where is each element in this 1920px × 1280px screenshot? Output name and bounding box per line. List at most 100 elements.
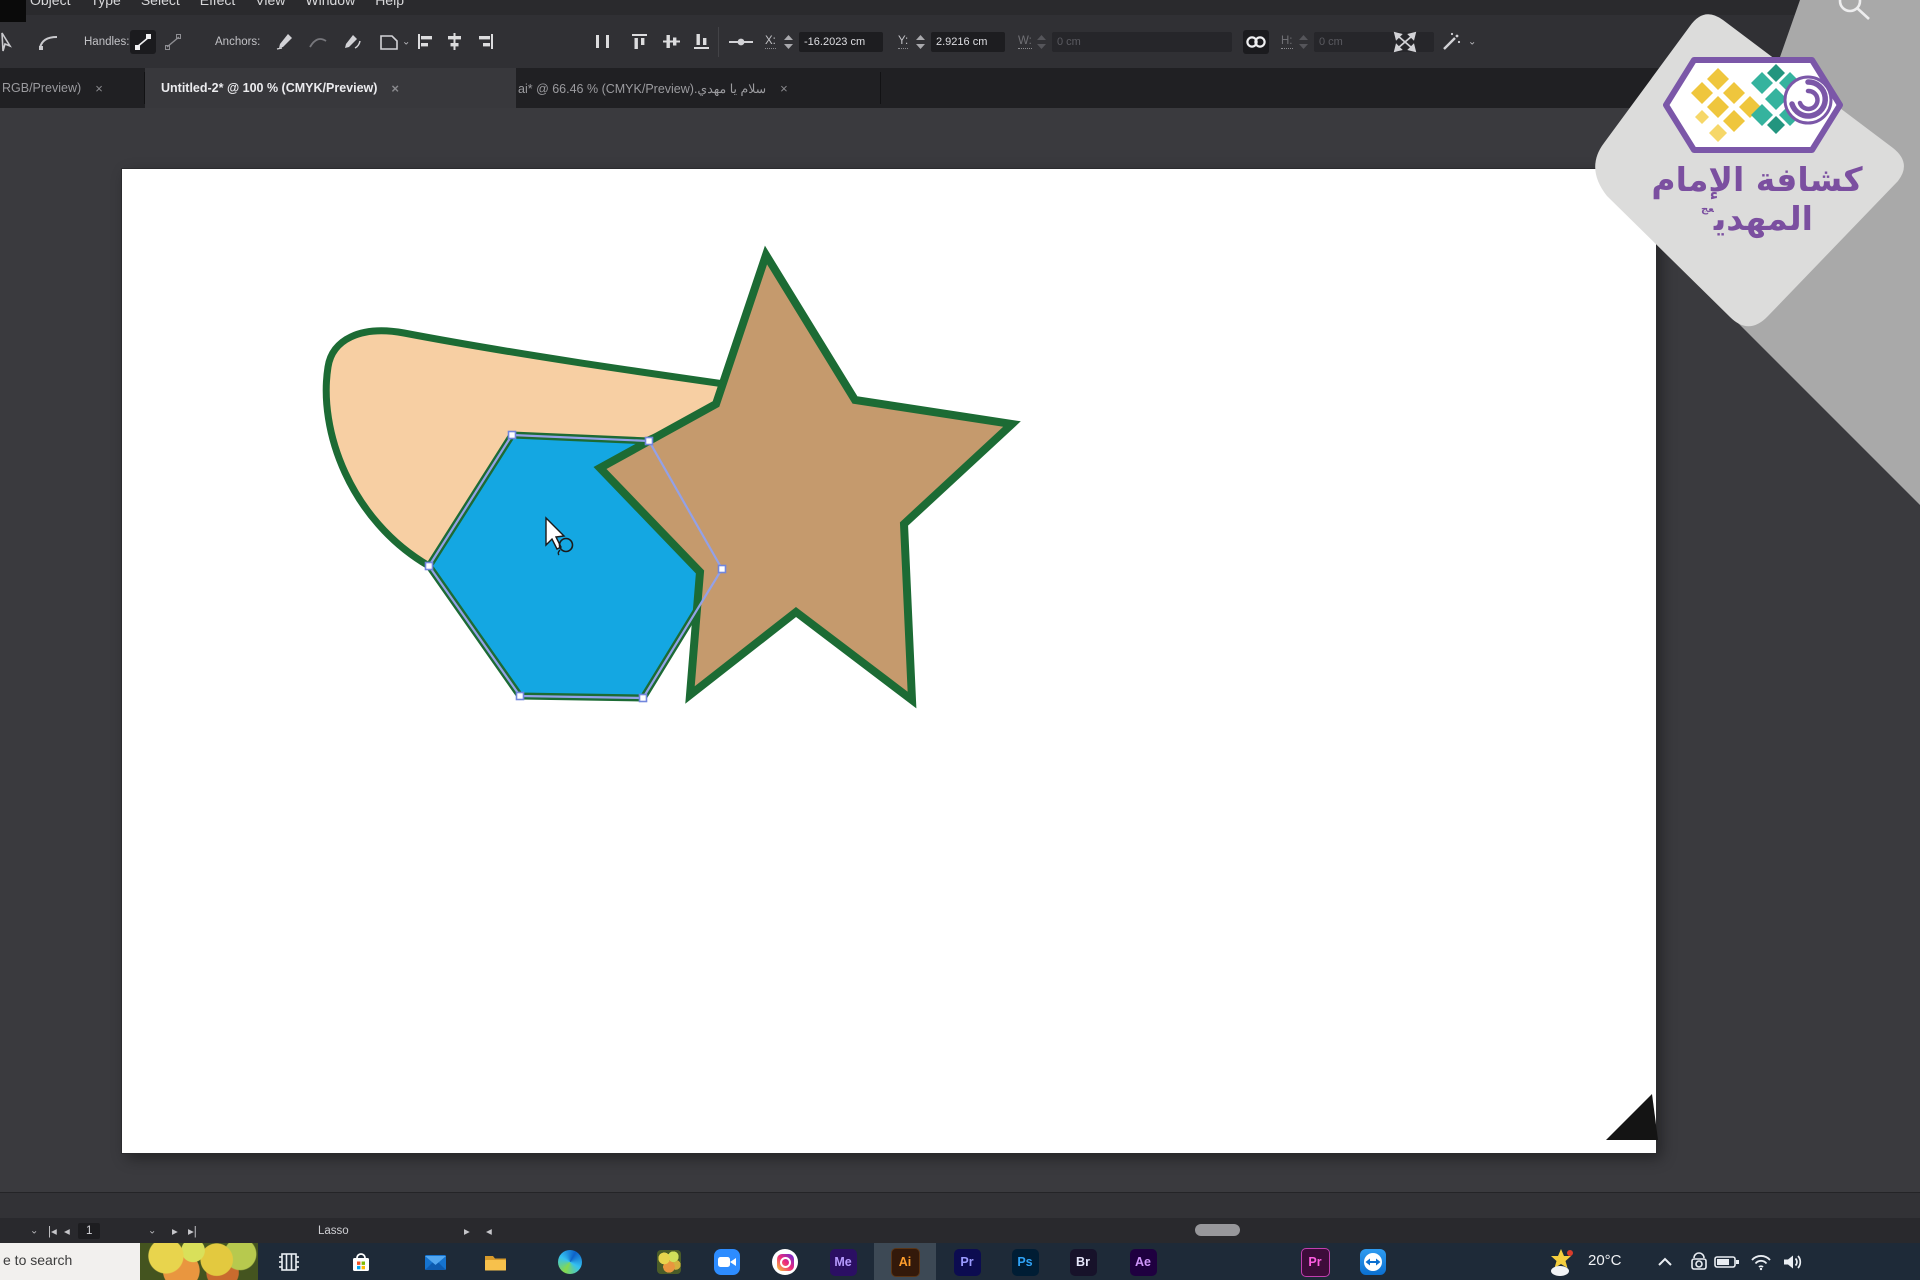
mail-button[interactable]	[420, 1247, 450, 1277]
illustrator-icon: Ai	[891, 1248, 920, 1277]
photoshop-icon: Ps	[1012, 1249, 1039, 1276]
w-stepper[interactable]	[1036, 33, 1047, 51]
wifi-tray-button[interactable]	[1746, 1247, 1776, 1277]
h-stepper[interactable]	[1298, 33, 1309, 51]
zoom-app-button[interactable]	[712, 1247, 742, 1277]
media-encoder-button[interactable]: Me	[828, 1247, 858, 1277]
store-icon	[349, 1250, 373, 1274]
tab-close-icon[interactable]: ×	[780, 81, 788, 96]
distribute-button[interactable]	[589, 30, 615, 54]
wifi-icon	[1750, 1253, 1772, 1271]
tab-close-icon[interactable]: ×	[95, 81, 103, 96]
scrollbar-thumb[interactable]	[1195, 1224, 1240, 1236]
align-horizontal-left-button[interactable]	[412, 30, 438, 54]
align-vertical-bottom-button[interactable]	[688, 30, 714, 54]
microsoft-store-button[interactable]	[346, 1247, 376, 1277]
menu-view[interactable]: View	[255, 0, 285, 8]
temperature-label[interactable]: 20°C	[1588, 1252, 1622, 1269]
teamviewer-icon	[1360, 1249, 1386, 1275]
show-handles-button[interactable]	[130, 30, 156, 54]
hide-handles-button[interactable]	[160, 30, 186, 54]
edge-icon	[558, 1250, 582, 1274]
after-effects-button[interactable]: Ae	[1128, 1247, 1158, 1277]
artboard-number-field[interactable]: 1	[78, 1223, 100, 1239]
x-label[interactable]: X:	[765, 35, 776, 49]
instagram-button[interactable]	[770, 1247, 800, 1277]
artboard[interactable]	[122, 169, 1656, 1153]
menu-effect[interactable]: Effect	[200, 0, 236, 8]
more-options-chevron-icon[interactable]: ⌄	[1468, 36, 1476, 47]
premiere-rush-button[interactable]: Pr	[1300, 1247, 1330, 1277]
align-horizontal-center-button[interactable]	[441, 30, 467, 54]
pen-add-icon	[275, 32, 295, 52]
y-value-field[interactable]: 2.9216 cm	[931, 32, 1005, 52]
remove-anchor-button[interactable]	[305, 30, 331, 54]
status-collapse-icon[interactable]: ◂	[486, 1224, 492, 1238]
battery-tray-button[interactable]	[1712, 1247, 1742, 1277]
add-anchor-button[interactable]	[272, 30, 298, 54]
constrain-proportions-button[interactable]	[1243, 30, 1269, 54]
x-value-field[interactable]: -16.2023 cm	[799, 32, 883, 52]
hidden-icons-button[interactable]	[1650, 1247, 1680, 1277]
horizontal-scrollbar[interactable]	[0, 1192, 1920, 1219]
status-expand-icon[interactable]: ▸	[464, 1224, 470, 1238]
premiere-pro-button[interactable]: Pr	[952, 1247, 982, 1277]
photoshop-button[interactable]: Ps	[1010, 1247, 1040, 1277]
last-artboard-button[interactable]: ▸|	[188, 1224, 197, 1238]
illustrator-button[interactable]: Ai	[890, 1247, 920, 1277]
tab-untitled-1[interactable]: RGB/Preview) ×	[0, 68, 103, 108]
overlay-arrow	[1596, 1088, 1666, 1148]
menu-object[interactable]: Object	[30, 0, 70, 8]
volume-tray-button[interactable]	[1778, 1247, 1808, 1277]
task-view-button[interactable]	[274, 1247, 304, 1277]
prev-artboard-button[interactable]: ◂	[64, 1224, 70, 1238]
flower-photo-thumbnail[interactable]	[140, 1243, 258, 1280]
menu-window[interactable]: Window	[305, 0, 355, 8]
menu-select[interactable]: Select	[141, 0, 180, 8]
first-artboard-button[interactable]: |◂	[48, 1224, 57, 1238]
align-vertical-top-button[interactable]	[626, 30, 652, 54]
camera-icon	[1688, 1252, 1710, 1272]
flowers-app-button[interactable]	[654, 1247, 684, 1277]
next-artboard-button[interactable]: ▸	[172, 1224, 178, 1238]
tab-salam-ya-mahdi[interactable]: سلام يا مهدي.ai* @ 66.46 % (CMYK/Preview…	[500, 68, 898, 108]
bridge-button[interactable]: Br	[1068, 1247, 1098, 1277]
tab-label: Untitled-2* @ 100 % (CMYK/Preview)	[161, 81, 377, 95]
search-box[interactable]: e to search	[0, 1243, 258, 1280]
artboard-dropdown-chevron-icon[interactable]: ⌄	[148, 1225, 156, 1236]
menu-type[interactable]: Type	[90, 0, 120, 8]
align-vertical-center-button[interactable]	[658, 30, 684, 54]
tab-label: سلام يا مهدي.ai* @ 66.46 % (CMYK/Preview…	[518, 81, 766, 96]
canvas-area[interactable]	[0, 108, 1920, 1192]
zoom-dropdown-chevron-icon[interactable]: ⌄	[30, 1225, 38, 1236]
file-explorer-button[interactable]	[480, 1247, 510, 1277]
w-label[interactable]: W:	[1018, 35, 1032, 49]
tab-close-icon[interactable]: ×	[391, 81, 399, 96]
teamviewer-button[interactable]	[1358, 1247, 1388, 1277]
edge-button[interactable]	[555, 1247, 585, 1277]
y-stepper[interactable]	[915, 33, 926, 51]
volume-icon	[1782, 1253, 1804, 1271]
reference-point-button[interactable]	[728, 30, 754, 54]
direct-select-tool-icon[interactable]	[0, 32, 14, 52]
media-encoder-icon: Me	[830, 1249, 857, 1276]
w-value-field[interactable]: 0 cm	[1052, 32, 1232, 52]
convert-anchor-button[interactable]	[339, 30, 365, 54]
tab-untitled-2[interactable]: Untitled-2* @ 100 % (CMYK/Preview) ×	[145, 68, 516, 108]
shape-options-chevron-icon[interactable]: ⌄	[402, 36, 410, 47]
current-tool-label[interactable]: Lasso	[318, 1225, 349, 1237]
handles-on-icon	[134, 33, 152, 51]
shape-options-button[interactable]	[376, 30, 402, 54]
x-stepper[interactable]	[783, 33, 794, 51]
menu-help[interactable]: Help	[375, 0, 404, 8]
y-label[interactable]: Y:	[898, 35, 908, 49]
align-horizontal-right-button[interactable]	[472, 30, 498, 54]
shape-builder-button[interactable]	[1438, 30, 1464, 54]
weather-widget[interactable]	[1548, 1247, 1578, 1277]
align-hcenter-icon	[446, 33, 463, 50]
separator	[718, 27, 719, 57]
curve-tool-icon[interactable]	[38, 33, 60, 51]
camera-tray-button[interactable]	[1684, 1247, 1714, 1277]
free-transform-button[interactable]	[1392, 30, 1418, 54]
h-label[interactable]: H:	[1281, 35, 1293, 49]
